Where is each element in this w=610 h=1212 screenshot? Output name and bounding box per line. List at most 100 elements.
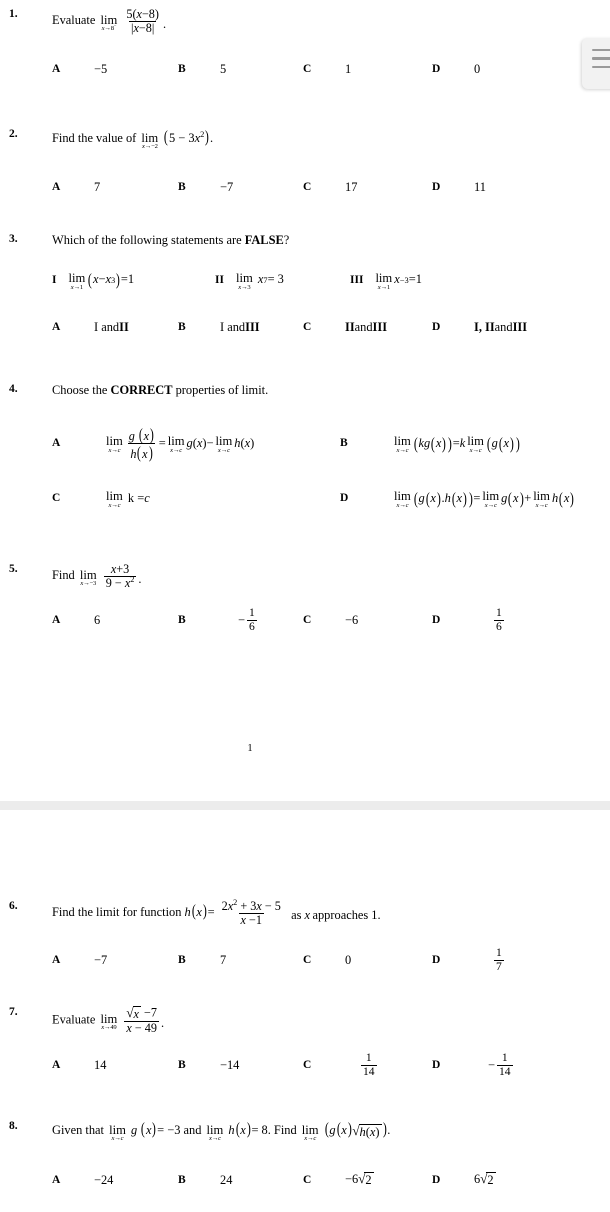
- question-5-fraction: x+3 9 − x2: [103, 562, 137, 590]
- question-3-statement-i: I lim x→1 (x − x 3) =1: [52, 270, 134, 290]
- question-4-number: 4.: [9, 383, 18, 395]
- question-4-option-d[interactable]: D lim x→c (g(x). h(x)) = lim x→c g(x) + lim…: [340, 478, 575, 518]
- question-5-option-d[interactable]: D 16: [432, 600, 506, 640]
- question-8-option-a[interactable]: A −24: [52, 1162, 113, 1198]
- option-letter: A: [52, 1059, 61, 1071]
- question-3-statements: I lim x→1 (x − x 3) =1 II lim x→3 x7 = 3 III l…: [0, 270, 610, 300]
- question-8-option-b[interactable]: B 24: [178, 1162, 232, 1198]
- limit-operator: lim x→c: [106, 489, 123, 509]
- question-7-option-c[interactable]: C 1 14: [303, 1045, 379, 1085]
- option-value: 7: [94, 179, 101, 194]
- question-6-option-d[interactable]: D 17: [432, 940, 506, 980]
- question-5-options: A 6 B −1 6 C −6 D 16: [0, 600, 610, 640]
- option-letter: B: [340, 437, 348, 449]
- question-5-option-c[interactable]: C −6: [303, 600, 358, 640]
- question-8-prompt: Given that lim x→c g (x)= −3 and lim x→c h…: [52, 1119, 391, 1143]
- question-1-option-c[interactable]: C 1: [303, 52, 351, 86]
- question-1-prompt: Evaluate lim x→8− 5(x−8) |x−8| .: [52, 7, 167, 35]
- question-6-options: A −7 B 7 C 0 D 17: [0, 940, 610, 980]
- question-6-fraction: 2x2 + 3x − 5 x −1: [221, 897, 281, 927]
- question-1-options: A −5 B 5 C 1 D 0: [0, 52, 610, 86]
- limit-operator: lim x→c: [482, 489, 500, 509]
- question-5-prompt-text: Find: [52, 568, 75, 583]
- option-value: 1: [345, 61, 352, 76]
- question-2-limit-operator: lim x→−2: [141, 130, 159, 151]
- option-letter: C: [303, 614, 312, 626]
- question-8-prompt-text: Given that: [52, 1123, 104, 1137]
- question-2-option-d[interactable]: D 11: [432, 170, 486, 204]
- question-4-option-c[interactable]: C lim x→c k = c: [52, 478, 150, 518]
- option-value: −1 14: [488, 1051, 513, 1078]
- option-letter: C: [303, 954, 312, 966]
- page-number: 1: [247, 743, 253, 754]
- option-value: I and II: [94, 319, 129, 334]
- question-3-statement-iii: III lim x→1 x −3 =1: [350, 270, 422, 290]
- question-8-options: A −24 B 24 C −6 √ 2 D 6 √ 2: [0, 1162, 610, 1198]
- question-4-option-b[interactable]: B lim x→c (kg (x)) =k lim x→c (g (x)): [340, 420, 520, 466]
- question-5-option-a[interactable]: A 6: [52, 600, 100, 640]
- option-value: −24: [94, 1172, 114, 1187]
- limit-operator: lim x→c: [394, 434, 411, 454]
- question-1-option-d[interactable]: D 0: [432, 52, 480, 86]
- option-letter: A: [52, 1174, 61, 1186]
- question-4-prompt-text: Choose the: [52, 383, 108, 397]
- option-letter: B: [178, 1174, 186, 1186]
- worksheet-page-2: 6. Find the limit for function h(x)= 2x2…: [0, 810, 610, 1212]
- question-3-prompt-suffix: ?: [283, 233, 290, 247]
- option-letter: C: [303, 63, 312, 75]
- question-4-option-a[interactable]: A lim x→c g (x) h(x) = lim x→c g(x)− lim x→…: [52, 420, 254, 466]
- question-6-option-a[interactable]: A −7: [52, 940, 107, 980]
- option-value: 0: [345, 952, 352, 967]
- option-letter: C: [303, 181, 312, 193]
- option-value: −6: [345, 612, 359, 627]
- option-letter: C: [52, 492, 61, 504]
- option-value: 11: [474, 179, 486, 194]
- question-7-number: 7.: [9, 1006, 18, 1018]
- option-value: 1 14: [361, 1051, 377, 1078]
- question-6-option-b[interactable]: B 7: [178, 940, 226, 980]
- question-1-number: 1.: [9, 8, 18, 20]
- option-value: 17: [345, 179, 358, 194]
- question-3-option-b[interactable]: B I and III: [178, 310, 260, 344]
- option-letter: B: [178, 321, 186, 333]
- question-6-option-c[interactable]: C 0: [303, 940, 351, 980]
- question-2-option-c[interactable]: C 17: [303, 170, 357, 204]
- question-1-option-b[interactable]: B 5: [178, 52, 226, 86]
- limit-operator: lim x→c: [167, 434, 185, 454]
- question-3-option-c[interactable]: C II and III: [303, 310, 387, 344]
- option-letter: B: [178, 181, 186, 193]
- option-letter: D: [340, 492, 349, 504]
- menu-bar-icon: [592, 57, 610, 60]
- option-value: −6 √ 2: [345, 1171, 374, 1188]
- option-letter: D: [432, 1174, 441, 1186]
- limit-operator: lim x→3: [235, 271, 253, 291]
- question-1-option-a[interactable]: A −5: [52, 52, 107, 86]
- question-5-option-b[interactable]: B −1 6: [178, 600, 259, 640]
- option-value: −1 6: [238, 606, 257, 633]
- option-value: 6 √ 2: [474, 1171, 496, 1188]
- question-7-option-b[interactable]: B −14: [178, 1045, 239, 1085]
- question-3-statement-ii: II lim x→3 x7 = 3: [215, 270, 284, 291]
- question-2-option-a[interactable]: A 7: [52, 170, 100, 204]
- question-2-option-b[interactable]: B −7: [178, 170, 233, 204]
- question-6-prompt: Find the limit for function h(x)= 2x2 + …: [52, 897, 381, 927]
- question-8-option-c[interactable]: C −6 √ 2: [303, 1162, 374, 1198]
- menu-handle-widget[interactable]: [582, 38, 610, 89]
- question-8-option-d[interactable]: D 6 √ 2: [432, 1162, 496, 1198]
- question-1-prompt-text: Evaluate: [52, 13, 96, 28]
- question-5-prompt: Find lim x→−3 x+3 9 − x2 .: [52, 562, 142, 590]
- question-7-option-a[interactable]: A 14: [52, 1045, 106, 1085]
- option-value: −7: [220, 179, 234, 194]
- question-3-option-a[interactable]: A I and II: [52, 310, 129, 344]
- question-1-fraction: 5(x−8) |x−8|: [126, 7, 159, 35]
- question-4-options-row-2: C lim x→c k = c D lim x→c (g(x). h(x)) = lim…: [0, 478, 610, 518]
- question-3-option-d[interactable]: D I, II and III: [432, 310, 527, 344]
- option-letter: D: [432, 954, 441, 966]
- option-letter: A: [52, 63, 61, 75]
- question-7-prompt-text: Evaluate: [52, 1012, 96, 1027]
- question-7-option-d[interactable]: D −1 14: [432, 1045, 515, 1085]
- option-letter: A: [52, 954, 61, 966]
- option-letter: A: [52, 181, 61, 193]
- limit-operator: lim x→c: [109, 1122, 126, 1143]
- question-2-options: A 7 B −7 C 17 D 11: [0, 170, 610, 204]
